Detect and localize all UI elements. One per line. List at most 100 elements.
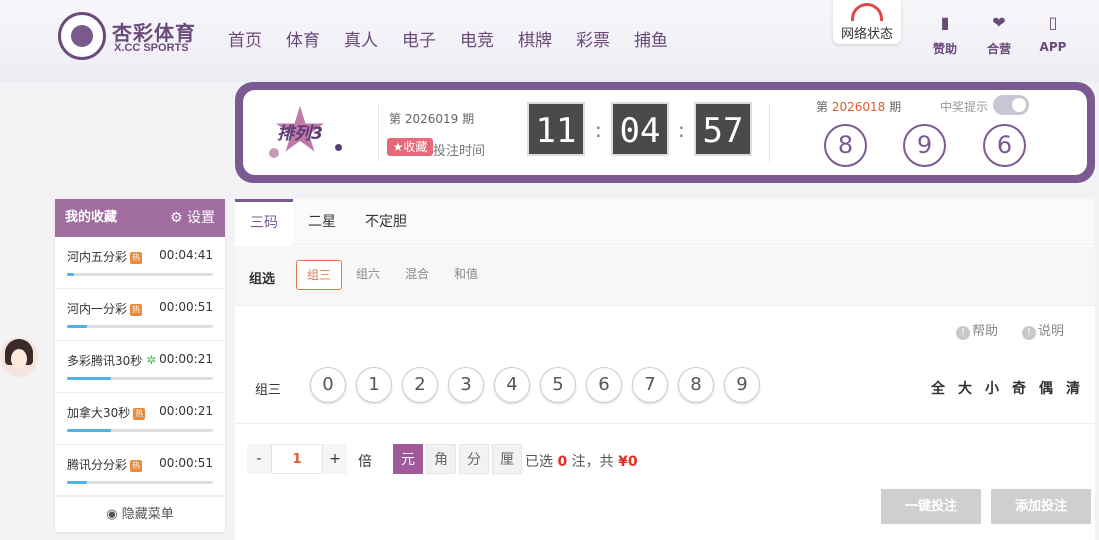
sponsor-button[interactable]: ▮ 赞助: [924, 14, 966, 57]
unit-fen[interactable]: 分: [459, 444, 489, 474]
countdown-colon: :: [678, 118, 685, 142]
quick-pick-even[interactable]: 偶: [1039, 378, 1053, 398]
number-ball[interactable]: 5: [540, 367, 576, 403]
divider: [235, 423, 1095, 424]
nav-item-cards[interactable]: 棋牌: [518, 26, 552, 51]
number-ball[interactable]: 4: [494, 367, 530, 403]
number-ball[interactable]: 0: [310, 367, 346, 403]
number-ball[interactable]: 6: [586, 367, 622, 403]
favorite-item-name: 加拿大30秒热: [67, 404, 146, 421]
gear-icon: ⚙: [169, 210, 183, 226]
subtab-group-three[interactable]: 组三: [296, 260, 342, 290]
number-ball[interactable]: 9: [724, 367, 760, 403]
settings-label: 设置: [187, 210, 215, 226]
app-label: APP: [1039, 40, 1067, 54]
win-notify-label: 中奖提示: [940, 100, 989, 114]
favorite-item-name: 河内一分彩热: [67, 300, 143, 317]
app-button[interactable]: ▯ APP: [1032, 14, 1074, 55]
tab-three-code[interactable]: 三码: [235, 199, 293, 245]
selected-count: 0: [557, 454, 568, 470]
current-issue: 第 2026019 期: [389, 112, 475, 126]
quick-pick-odd[interactable]: 奇: [1012, 378, 1026, 398]
favorite-item-label: 河内五分彩: [67, 250, 128, 264]
pick-row-label: 组三: [255, 383, 282, 398]
number-ball[interactable]: 3: [448, 367, 484, 403]
favorite-item-name: 腾讯分分彩热: [67, 456, 143, 473]
favorites-header: 我的收藏 ⚙ 设置: [55, 199, 225, 237]
nav-item-fishing[interactable]: 捕鱼: [634, 26, 668, 51]
favorite-item-label: 腾讯分分彩: [67, 458, 128, 472]
number-ball[interactable]: 7: [632, 367, 668, 403]
brand-sub: X.CC SPORTS: [114, 42, 189, 54]
nav-item-slots[interactable]: 电子: [402, 26, 436, 51]
subtab-sum[interactable]: 和值: [444, 260, 488, 290]
help-link[interactable]: ! 帮助: [956, 320, 998, 340]
nav-item-home[interactable]: 首页: [228, 26, 262, 51]
progress-bar: [67, 273, 213, 276]
bet-summary: 已选 0 注，共 ¥0: [525, 451, 638, 471]
number-ball[interactable]: 2: [402, 367, 438, 403]
nav-item-sports[interactable]: 体育: [286, 26, 320, 51]
nav-item-lottery[interactable]: 彩票: [576, 26, 610, 51]
number-ball[interactable]: 1: [356, 367, 392, 403]
sub-play-tabs: 组选 组三 组六 混合 和值: [235, 246, 1095, 306]
nav-item-live[interactable]: 真人: [344, 26, 378, 51]
quick-pick-big[interactable]: 大: [958, 378, 972, 398]
win-notify-toggle[interactable]: [993, 95, 1029, 115]
partner-button[interactable]: ❤ 合营: [978, 14, 1020, 57]
progress-bar: [67, 325, 213, 328]
favorite-item[interactable]: 加拿大30秒热 00:00:21: [55, 393, 225, 445]
unit-jiao[interactable]: 角: [426, 444, 456, 474]
hide-menu-button[interactable]: ◉ 隐藏菜单: [55, 495, 225, 532]
favorite-item[interactable]: 多彩腾讯30秒 ✲ 00:00:21: [55, 341, 225, 393]
favorite-item-time: 00:04:41: [159, 248, 213, 262]
favorites-title: 我的收藏: [65, 210, 118, 225]
decor-dot: [335, 144, 342, 151]
favorite-item-time: 00:00:21: [159, 404, 213, 418]
unit-yuan[interactable]: 元: [393, 444, 423, 474]
progress-fill: [67, 273, 75, 276]
quick-pick-small[interactable]: 小: [985, 378, 999, 398]
tab-two-star[interactable]: 二星: [293, 199, 351, 245]
tab-indefinite[interactable]: 不定胆: [355, 199, 417, 245]
new-badge-icon: ✲: [146, 353, 157, 367]
help-label: 帮助: [972, 324, 999, 339]
customer-service-avatar[interactable]: [0, 337, 38, 377]
logo-emblem: [58, 12, 106, 60]
selected-mid: 注，共: [567, 454, 619, 470]
quick-pick-clear[interactable]: 清: [1066, 378, 1080, 398]
favorite-item[interactable]: 河内一分彩热 00:00:51: [55, 289, 225, 341]
total-amount: ¥0: [618, 454, 638, 470]
network-status[interactable]: 网络状态: [833, 0, 901, 44]
increment-button[interactable]: +: [323, 444, 347, 474]
quick-bet-button[interactable]: 一键投注: [881, 489, 981, 524]
favorite-item-time: 00:00:51: [159, 456, 213, 470]
nav-item-esports[interactable]: 电竞: [460, 26, 494, 51]
settings-button[interactable]: ⚙ 设置: [170, 199, 215, 237]
divider: [769, 104, 770, 162]
partner-label: 合营: [986, 42, 1011, 56]
favorite-button[interactable]: ★收藏: [387, 138, 433, 156]
explain-label: 说明: [1038, 324, 1065, 339]
number-ball[interactable]: 8: [678, 367, 714, 403]
decrement-button[interactable]: -: [247, 444, 271, 474]
quick-pick-all[interactable]: 全: [931, 378, 945, 398]
progress-bar: [67, 377, 213, 380]
subtab-group-six[interactable]: 组六: [346, 260, 390, 290]
divider: [378, 104, 379, 162]
multiplier-input[interactable]: 1: [271, 444, 323, 474]
info-icon: !: [1022, 326, 1036, 340]
brand-logo[interactable]: 杏彩体育 X.CC SPORTS: [58, 12, 208, 64]
prev-issue-suffix: 期: [885, 100, 902, 114]
main-nav: 首页 体育 真人 电子 电竞 棋牌 彩票 捕鱼: [228, 26, 692, 51]
subtab-mixed[interactable]: 混合: [395, 260, 439, 290]
unit-li[interactable]: 厘: [492, 444, 522, 474]
favorite-label: 收藏: [403, 140, 428, 154]
lottery-panel-inner: 排列3 第 2026019 期 ★收藏 投注时间 11 : 04 : 57 第 …: [243, 90, 1087, 175]
explain-link[interactable]: ! 说明: [1022, 320, 1064, 340]
favorite-item[interactable]: 河内五分彩热 00:04:41: [55, 237, 225, 289]
sponsor-label: 赞助: [932, 42, 957, 56]
add-bet-button[interactable]: 添加投注: [991, 489, 1091, 524]
hot-badge: 热: [130, 304, 143, 316]
favorite-item[interactable]: 腾讯分分彩热 00:00:51: [55, 445, 225, 497]
